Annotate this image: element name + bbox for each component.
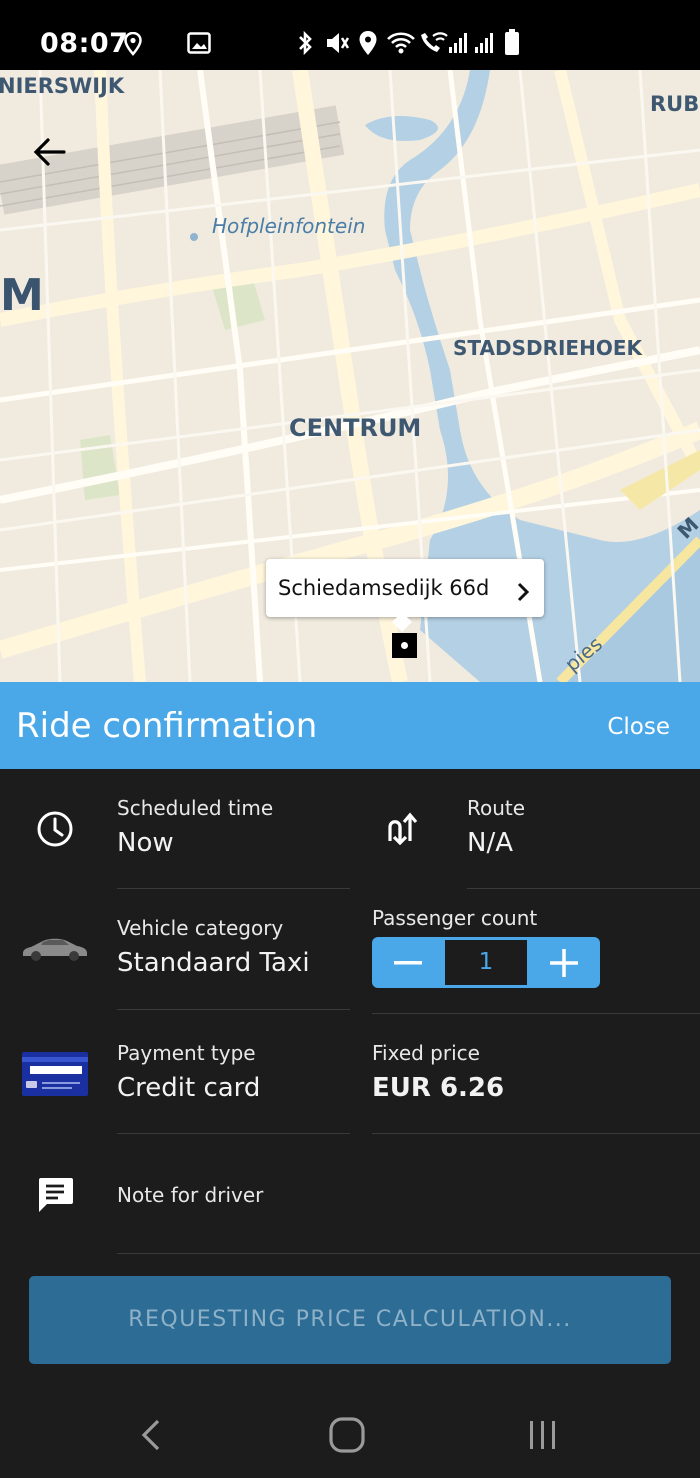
fixed-price-value: EUR 6.26 [372, 1073, 505, 1103]
request-ride-button[interactable]: REQUESTING PRICE CALCULATION... [29, 1276, 671, 1364]
mute-icon [327, 33, 350, 53]
divider [372, 1133, 700, 1134]
vehicle-category[interactable]: Vehicle category Standaard Taxi [117, 916, 310, 978]
minus-icon [394, 961, 422, 965]
note-for-driver[interactable]: Note for driver [117, 1183, 263, 1207]
bluetooth-icon [299, 30, 312, 56]
location-icon [124, 32, 142, 56]
vehicle-category-label: Vehicle category [117, 916, 284, 940]
passenger-count: Passenger count [372, 906, 537, 930]
divider [467, 888, 700, 889]
nav-back-icon[interactable] [138, 1418, 164, 1452]
divider [117, 1133, 350, 1134]
increase-passengers-button[interactable] [530, 937, 600, 988]
status-bar: 08:07 [0, 0, 700, 70]
clock-icon [37, 811, 73, 847]
payment-type[interactable]: Payment type Credit card [117, 1041, 260, 1103]
signal-icon [449, 33, 467, 53]
system-nav-bar [0, 1391, 700, 1478]
chevron-right-icon [517, 582, 530, 602]
back-button[interactable] [28, 132, 74, 172]
route-icon [388, 812, 418, 845]
pickup-pin [392, 633, 417, 658]
map-label-stadsdriehoek: STADSDRIEHOEK [453, 336, 642, 360]
nav-home-icon[interactable] [329, 1417, 365, 1453]
location-icon [359, 31, 377, 55]
map-label-rubr: RUBR [650, 92, 700, 116]
map-label-hofpleinfontein: Hofpleinfontein [212, 214, 366, 238]
fixed-price: Fixed price EUR 6.26 [372, 1041, 504, 1103]
pickup-address: Schiedamsedijk 66d [278, 576, 490, 600]
divider [117, 888, 350, 889]
battery-icon [505, 29, 519, 55]
close-button[interactable]: Close [607, 714, 670, 740]
map-label-nierswijk: NIERSWIJK [0, 74, 125, 98]
message-icon [39, 1178, 73, 1212]
divider [117, 1009, 350, 1010]
pickup-address-callout[interactable]: Schiedamsedijk 66d [266, 559, 544, 617]
ride-details-panel: Scheduled time Now Route N/A Vehicle cat… [0, 769, 700, 1391]
credit-card-icon [22, 1052, 88, 1096]
image-icon [187, 32, 211, 54]
map-label-centrum: CENTRUM [289, 414, 422, 442]
map-poi-dot [190, 233, 198, 241]
route-label: Route [467, 796, 526, 820]
passenger-count-label: Passenger count [372, 906, 538, 930]
wifi-call-icon [421, 32, 448, 52]
route-value: N/A [467, 828, 513, 858]
fixed-price-label: Fixed price [372, 1041, 480, 1065]
map-label-m: M [0, 270, 44, 321]
payment-type-label: Payment type [117, 1041, 256, 1065]
map-view[interactable]: NIERSWIJK RUBR Hofpleinfontein M STADSDR… [0, 70, 700, 682]
decrease-passengers-button[interactable] [372, 937, 442, 988]
scheduled-time-value: Now [117, 828, 174, 858]
route[interactable]: Route N/A [467, 796, 525, 858]
passenger-count-value[interactable]: 1 [445, 940, 527, 985]
scheduled-time-label: Scheduled time [117, 796, 274, 820]
car-icon [23, 938, 87, 961]
scheduled-time[interactable]: Scheduled time Now [117, 796, 273, 858]
passenger-count-stepper[interactable]: 1 [372, 937, 600, 988]
vehicle-category-value: Standaard Taxi [117, 948, 310, 978]
divider [117, 1253, 700, 1254]
note-for-driver-label: Note for driver [117, 1183, 264, 1207]
payment-type-value: Credit card [117, 1073, 261, 1103]
screen: 08:07 NIERSWIJK RUB Hofpleinfontein M ST… [0, 0, 700, 1478]
ride-confirmation-header: Ride confirmation Close [0, 682, 700, 769]
status-time: 08:07 [40, 28, 129, 59]
wifi-icon [387, 32, 415, 54]
divider [372, 1013, 700, 1014]
page-title: Ride confirmation [16, 706, 318, 746]
plus-icon [550, 949, 578, 977]
back-arrow-icon [33, 138, 66, 166]
nav-recents-icon[interactable] [527, 1419, 559, 1451]
signal-icon [475, 33, 493, 53]
